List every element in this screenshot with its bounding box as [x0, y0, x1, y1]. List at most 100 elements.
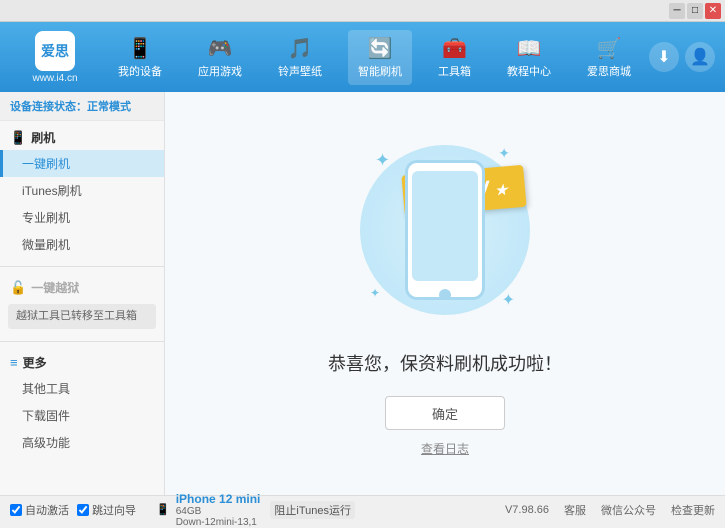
jailbreak-note: 越狱工具已转移至工具箱 — [8, 304, 156, 329]
nav-mall-label: 爱思商城 — [587, 63, 631, 79]
jailbreak-label: 一键越狱 — [31, 279, 79, 296]
more-icon: ≡ — [10, 355, 18, 370]
sidebar: 设备连接状态：正常模式 📱 刷机 一键刷机 iTunes刷机 专业刷机 微量刷机 — [0, 92, 165, 495]
nav-toolbox[interactable]: 🧰 工具箱 — [428, 30, 481, 85]
sidebar-item-download-firmware[interactable]: 下载固件 — [0, 402, 164, 429]
phone-screen — [412, 171, 478, 281]
sparkle-3: ✦ — [370, 286, 380, 300]
success-text: 恭喜您，保资料刷机成功啦！ — [328, 350, 562, 376]
device-storage: 64GB — [176, 506, 261, 517]
more-label: 更多 — [23, 354, 47, 371]
auto-connect-checkbox[interactable]: 自动激活 — [10, 502, 69, 518]
apps-icon: 🎮 — [208, 36, 233, 61]
device-info: 📱 iPhone 12 mini 64GB Down-12mini-13,1 — [156, 492, 260, 528]
download-btn[interactable]: ⬇ — [649, 42, 679, 72]
sidebar-item-one-click-flash[interactable]: 一键刷机 — [0, 150, 164, 177]
nav-my-device-label: 我的设备 — [118, 63, 162, 79]
log-link[interactable]: 查看日志 — [421, 440, 469, 457]
nav-tutorial-label: 教程中心 — [507, 63, 551, 79]
flash-section-title: 📱 刷机 — [0, 125, 164, 150]
advanced-label: 高级功能 — [22, 436, 70, 450]
close-btn[interactable]: ✕ — [705, 3, 721, 19]
itunes-flash-label: iTunes刷机 — [22, 184, 82, 198]
skip-wizard-checkbox[interactable]: 跳过向导 — [77, 502, 136, 518]
toolbox-icon: 🧰 — [442, 36, 467, 61]
mall-icon: 🛒 — [597, 36, 622, 61]
header: 爱思 www.i4.cn 📱 我的设备 🎮 应用游戏 🎵 铃声壁纸 🔄 智能刷机… — [0, 22, 725, 92]
version-text: V7.98.66 — [505, 504, 549, 516]
status-value: 正常模式 — [87, 101, 131, 113]
sidebar-item-pro-flash[interactable]: 专业刷机 — [0, 204, 164, 231]
check-update-link[interactable]: 检查更新 — [671, 502, 715, 518]
flash-section-icon: 📱 — [10, 130, 26, 146]
itunes-stop-btn[interactable]: 阻止iTunes运行 — [270, 501, 355, 519]
confirm-button[interactable]: 确定 — [385, 396, 505, 430]
jailbreak-icon: 🔓 — [10, 280, 26, 296]
bottom-left: 自动激活 跳过向导 📱 iPhone 12 mini 64GB Down-12m… — [10, 492, 505, 528]
bottom-bar: 自动激活 跳过向导 📱 iPhone 12 mini 64GB Down-12m… — [0, 495, 725, 523]
sidebar-item-advanced[interactable]: 高级功能 — [0, 429, 164, 456]
maximize-btn[interactable]: □ — [687, 3, 703, 19]
device-details: iPhone 12 mini 64GB Down-12mini-13,1 — [176, 492, 261, 528]
one-click-flash-label: 一键刷机 — [22, 157, 70, 171]
checkbox-row: 自动激活 跳过向导 — [10, 502, 136, 518]
nav-my-device[interactable]: 📱 我的设备 — [108, 30, 172, 85]
main-area: 设备连接状态：正常模式 📱 刷机 一键刷机 iTunes刷机 专业刷机 微量刷机 — [0, 92, 725, 495]
content-area: ✦ ✦ ✦ ✦ NEW 恭喜您，保资料刷机成功啦！ 确定 查看日志 — [165, 92, 725, 495]
sparkle-2: ✦ — [498, 145, 510, 162]
smart-flash-icon: 🔄 — [368, 36, 393, 61]
sidebar-item-itunes-flash[interactable]: iTunes刷机 — [0, 177, 164, 204]
nav-apps-label: 应用游戏 — [198, 63, 242, 79]
flash-section: 📱 刷机 一键刷机 iTunes刷机 专业刷机 微量刷机 — [0, 121, 164, 262]
logo-url: www.i4.cn — [32, 73, 77, 84]
jailbreak-note-text: 越狱工具已转移至工具箱 — [16, 310, 137, 322]
more-section-title: ≡ 更多 — [0, 350, 164, 375]
skip-wizard-label: 跳过向导 — [92, 502, 136, 518]
phone-home-btn — [439, 289, 451, 300]
nav-ringtones[interactable]: 🎵 铃声壁纸 — [268, 30, 332, 85]
pro-flash-label: 专业刷机 — [22, 211, 70, 225]
nav-smart-flash-label: 智能刷机 — [358, 63, 402, 79]
sidebar-item-other-tools[interactable]: 其他工具 — [0, 375, 164, 402]
other-tools-label: 其他工具 — [22, 382, 70, 396]
device-model: Down-12mini-13,1 — [176, 517, 261, 528]
nav-apps-games[interactable]: 🎮 应用游戏 — [188, 30, 252, 85]
sparkle-4: ✦ — [502, 290, 515, 310]
tutorial-icon: 📖 — [517, 36, 542, 61]
download-firmware-label: 下载固件 — [22, 409, 70, 423]
minimize-btn[interactable]: ─ — [669, 3, 685, 19]
device-name: iPhone 12 mini — [176, 492, 261, 506]
jailbreak-section: 🔓 一键越狱 越狱工具已转移至工具箱 — [0, 271, 164, 337]
nav-smart-flash[interactable]: 🔄 智能刷机 — [348, 30, 412, 85]
jailbreak-section-title: 🔓 一键越狱 — [0, 275, 164, 300]
success-illustration: ✦ ✦ ✦ ✦ NEW — [345, 130, 545, 330]
nav-mall[interactable]: 🛒 爱思商城 — [577, 30, 641, 85]
customer-service-link[interactable]: 客服 — [564, 502, 586, 518]
sidebar-item-micro-flash[interactable]: 微量刷机 — [0, 231, 164, 258]
title-bar: ─ □ ✕ — [0, 0, 725, 22]
nav-right: ⬇ 👤 — [649, 42, 715, 72]
nav-ringtones-label: 铃声壁纸 — [278, 63, 322, 79]
logo-icon: 爱思 — [35, 31, 75, 71]
nav-toolbox-label: 工具箱 — [438, 63, 471, 79]
nav-tutorial[interactable]: 📖 教程中心 — [497, 30, 561, 85]
status-prefix: 设备连接状态： — [10, 101, 87, 113]
status-bar: 设备连接状态：正常模式 — [0, 92, 164, 121]
phone-body — [405, 160, 485, 300]
wechat-public-link[interactable]: 微信公众号 — [601, 502, 656, 518]
auto-connect-label: 自动激活 — [25, 502, 69, 518]
sparkle-1: ✦ — [375, 150, 390, 171]
device-icon: 📱 — [156, 503, 170, 516]
skip-wizard-input[interactable] — [77, 504, 89, 516]
micro-flash-label: 微量刷机 — [22, 238, 70, 252]
divider-2 — [0, 341, 164, 342]
auto-connect-input[interactable] — [10, 504, 22, 516]
nav-items: 📱 我的设备 🎮 应用游戏 🎵 铃声壁纸 🔄 智能刷机 🧰 工具箱 📖 教程中心… — [100, 30, 649, 85]
logo[interactable]: 爱思 www.i4.cn — [10, 31, 100, 84]
ringtones-icon: 🎵 — [288, 36, 313, 61]
my-device-icon: 📱 — [128, 36, 153, 61]
divider-1 — [0, 266, 164, 267]
account-btn[interactable]: 👤 — [685, 42, 715, 72]
bottom-right: V7.98.66 客服 微信公众号 检查更新 — [505, 502, 715, 518]
flash-section-label: 刷机 — [31, 129, 55, 146]
